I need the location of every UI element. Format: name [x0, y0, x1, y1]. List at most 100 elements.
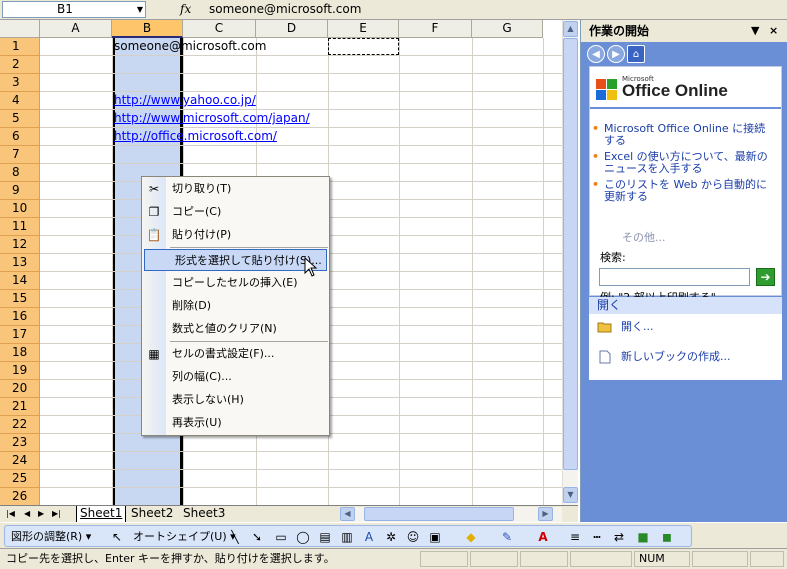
row-header-2[interactable]: 2: [0, 56, 40, 74]
name-box[interactable]: B1 ▼: [2, 1, 146, 18]
row-header-11[interactable]: 11: [0, 218, 40, 236]
context-menu-item[interactable]: 📋 貼り付け(P): [142, 224, 329, 246]
column-header-a[interactable]: A: [40, 20, 112, 38]
context-menu-item[interactable]: 数式と値のクリア(N): [142, 318, 329, 340]
context-menu-item[interactable]: 再表示(U): [142, 412, 329, 434]
line-style-icon[interactable]: ≡: [567, 529, 583, 545]
scroll-down-icon[interactable]: ▼: [563, 487, 578, 503]
fx-icon[interactable]: fx: [180, 1, 191, 18]
column-header-e[interactable]: E: [328, 20, 399, 38]
row-header-8[interactable]: 8: [0, 164, 40, 182]
row-header-26[interactable]: 26: [0, 488, 40, 505]
context-menu-item[interactable]: コピーしたセルの挿入(E): [142, 272, 329, 294]
autoshape-button[interactable]: オートシェイプ(U) ▾: [133, 528, 236, 546]
row-header-23[interactable]: 23: [0, 434, 40, 452]
diagram-icon[interactable]: ✲: [383, 529, 399, 545]
row-header-13[interactable]: 13: [0, 254, 40, 272]
close-icon[interactable]: ×: [769, 20, 778, 42]
shadow-icon[interactable]: ■: [635, 529, 651, 545]
first-sheet-icon[interactable]: |◀: [6, 507, 15, 521]
chevron-down-icon[interactable]: ▼: [137, 2, 143, 17]
column-header-d[interactable]: D: [256, 20, 328, 38]
prev-sheet-icon[interactable]: ◀: [24, 507, 30, 521]
row-header-9[interactable]: 9: [0, 182, 40, 200]
column-header-f[interactable]: F: [399, 20, 472, 38]
row-header-5[interactable]: 5: [0, 110, 40, 128]
context-menu-item[interactable]: ▦ セルの書式設定(F)...: [142, 343, 329, 365]
arrow-icon[interactable]: ➘: [249, 529, 265, 545]
vertical-textbox-icon[interactable]: ▥: [339, 529, 355, 545]
cell-b4-link[interactable]: http://www.yahoo.co.jp/: [114, 92, 256, 109]
context-menu-item[interactable]: ✂ 切り取り(T): [142, 178, 329, 200]
row-header-21[interactable]: 21: [0, 398, 40, 416]
home-icon[interactable]: ⌂: [627, 45, 645, 63]
tab-sheet3[interactable]: Sheet3: [180, 506, 228, 522]
row-header-22[interactable]: 22: [0, 416, 40, 434]
next-sheet-icon[interactable]: ▶: [38, 507, 44, 521]
select-all-corner[interactable]: [0, 20, 40, 38]
line-color-icon[interactable]: ✎: [499, 529, 515, 545]
go-arrow-icon[interactable]: ➔: [756, 268, 775, 286]
cell-b1[interactable]: someone@microsoft.com: [114, 38, 266, 55]
tab-sheet2[interactable]: Sheet2: [128, 506, 176, 522]
context-menu-item[interactable]: 削除(D): [142, 295, 329, 317]
rectangle-icon[interactable]: ▭: [273, 529, 289, 545]
context-menu-item[interactable]: 表示しない(H): [142, 389, 329, 411]
row-header-16[interactable]: 16: [0, 308, 40, 326]
cell-b6-link[interactable]: http://office.microsoft.com/: [114, 128, 277, 145]
row-header-10[interactable]: 10: [0, 200, 40, 218]
arrow-style-icon[interactable]: ⇄: [611, 529, 627, 545]
horizontal-scrollbar[interactable]: ◀ ▶: [340, 507, 562, 522]
select-pointer-icon[interactable]: ↖: [109, 529, 125, 545]
chevron-down-icon[interactable]: ▼: [751, 20, 759, 42]
column-header-c[interactable]: C: [183, 20, 256, 38]
open-file-link[interactable]: 開く...: [621, 320, 654, 334]
line-icon[interactable]: ╲: [227, 529, 243, 545]
row-header-15[interactable]: 15: [0, 290, 40, 308]
scroll-up-icon[interactable]: ▲: [563, 21, 578, 37]
search-input[interactable]: [599, 268, 750, 286]
context-menu-item[interactable]: ❐ コピー(C): [142, 201, 329, 223]
horizontal-scroll-thumb[interactable]: [364, 507, 514, 521]
row-header-17[interactable]: 17: [0, 326, 40, 344]
context-menu-item[interactable]: 列の幅(C)...: [142, 366, 329, 388]
last-sheet-icon[interactable]: ▶|: [52, 507, 61, 521]
link-connect-office-online[interactable]: • Microsoft Office Online に接続する: [592, 123, 776, 147]
row-header-12[interactable]: 12: [0, 236, 40, 254]
formula-input[interactable]: someone@microsoft.com: [205, 1, 575, 18]
picture-icon[interactable]: ▣: [427, 529, 443, 545]
forward-icon[interactable]: ▶: [607, 45, 625, 63]
more-link[interactable]: その他...: [622, 229, 666, 245]
new-workbook-link[interactable]: 新しいブックの作成...: [621, 350, 731, 364]
cell-b5-link[interactable]: http://www.microsoft.com/japan/: [114, 110, 310, 127]
link-update-list[interactable]: • このリストを Web から自動的に更新する: [592, 179, 776, 203]
back-icon[interactable]: ◀: [587, 45, 605, 63]
wordart-icon[interactable]: A: [361, 529, 377, 545]
row-header-24[interactable]: 24: [0, 452, 40, 470]
textbox-icon[interactable]: ▤: [317, 529, 333, 545]
font-color-icon[interactable]: A: [535, 529, 551, 545]
row-header-6[interactable]: 6: [0, 128, 40, 146]
column-header-b[interactable]: B: [112, 20, 183, 38]
row-header-7[interactable]: 7: [0, 146, 40, 164]
clipart-icon[interactable]: ☺: [405, 529, 421, 545]
fill-color-icon[interactable]: ◆: [463, 529, 479, 545]
context-menu-item[interactable]: 形式を選択して貼り付け(S)...: [144, 249, 327, 271]
link-excel-news[interactable]: • Excel の使い方について、最新のニュースを入手する: [592, 151, 776, 175]
adjust-shapes-button[interactable]: 図形の調整(R) ▾: [11, 528, 91, 546]
scroll-right-icon[interactable]: ▶: [538, 507, 553, 521]
row-header-20[interactable]: 20: [0, 380, 40, 398]
column-header-g[interactable]: G: [472, 20, 543, 38]
row-header-1[interactable]: 1: [0, 38, 40, 56]
vertical-scroll-thumb[interactable]: [563, 38, 578, 470]
3d-icon[interactable]: ◼: [659, 529, 675, 545]
row-header-25[interactable]: 25: [0, 470, 40, 488]
vertical-scrollbar[interactable]: ▲ ▼: [562, 20, 578, 505]
scroll-left-icon[interactable]: ◀: [340, 507, 355, 521]
row-header-18[interactable]: 18: [0, 344, 40, 362]
tab-sheet1[interactable]: Sheet1: [76, 506, 127, 522]
row-header-3[interactable]: 3: [0, 74, 40, 92]
row-header-4[interactable]: 4: [0, 92, 40, 110]
dash-style-icon[interactable]: ┅: [589, 529, 605, 545]
row-header-19[interactable]: 19: [0, 362, 40, 380]
